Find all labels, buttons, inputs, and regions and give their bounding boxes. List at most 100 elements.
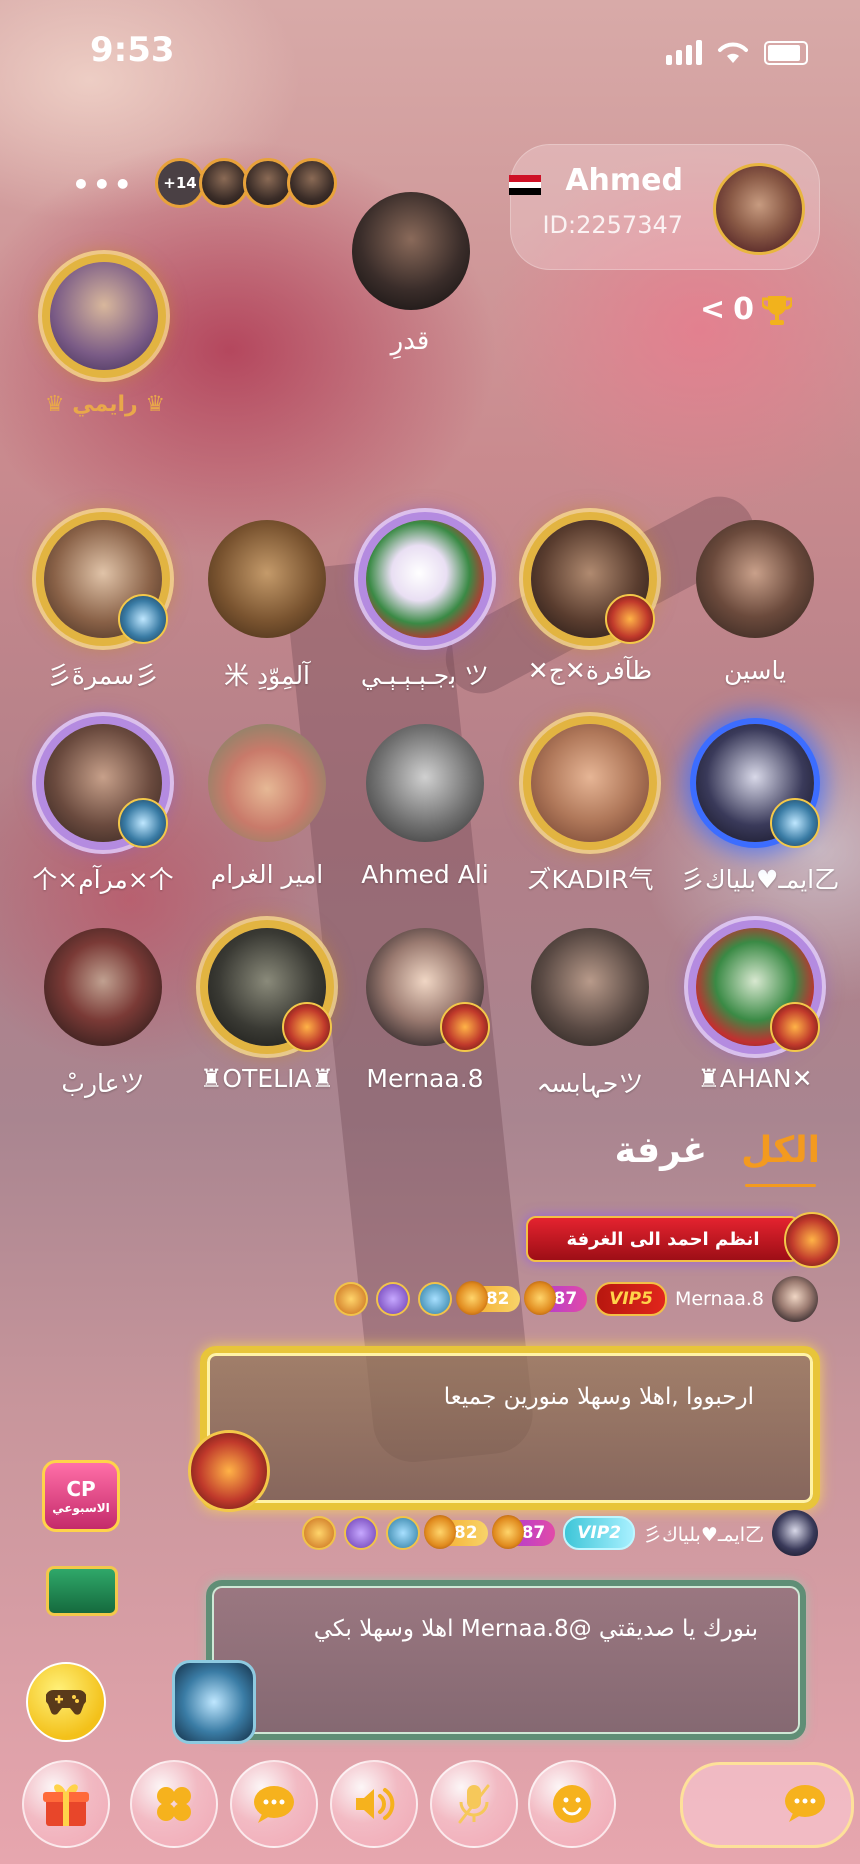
lion-badge-icon xyxy=(282,1002,332,1052)
seat[interactable]: ﺑجـﯧـﯧـﯧـي ツ xyxy=(350,520,500,692)
seat-name: 彡سمرةَ彡 xyxy=(46,661,160,690)
smiley-icon xyxy=(553,1785,591,1823)
emoji-button[interactable] xyxy=(528,1760,616,1848)
message-username[interactable]: Mernaa.8 xyxy=(675,1288,764,1310)
chat-bubble-icon xyxy=(254,1786,294,1823)
message-username[interactable]: 彡ايمـ♥بلياك乙 xyxy=(643,1520,764,1547)
level-badge: 82 xyxy=(423,1515,488,1549)
seat-avatar xyxy=(366,724,484,842)
wolf-badge-icon xyxy=(770,798,820,848)
viewer-avatar xyxy=(199,158,249,208)
signal-icon xyxy=(666,40,702,65)
viewer-avatar xyxy=(287,158,337,208)
apps-button[interactable] xyxy=(130,1760,218,1848)
battery-icon xyxy=(764,40,808,65)
seat-avatar xyxy=(44,724,168,848)
medal-icon xyxy=(301,1516,336,1550)
featured-seat-avatar xyxy=(50,262,158,370)
seat[interactable]: 彡سمرةَ彡 xyxy=(28,520,178,692)
seat-avatar xyxy=(696,928,820,1052)
mic-off-icon xyxy=(458,1784,490,1824)
seat-avatar xyxy=(208,520,326,638)
seat[interactable]: 彡ايمـ♥بلياك乙 xyxy=(680,724,840,896)
seat[interactable]: ♜AHAN✕ xyxy=(680,928,830,1093)
mic-button[interactable] xyxy=(430,1760,518,1848)
room-score[interactable]: < 0 xyxy=(700,292,793,327)
gift-button[interactable] xyxy=(22,1760,110,1848)
tab-room[interactable]: غرفة xyxy=(615,1130,707,1171)
seat-avatar xyxy=(208,928,332,1052)
seat-name: ♜AHAN✕ xyxy=(697,1064,813,1093)
join-user-avatar xyxy=(784,1212,840,1268)
cp-weekly-button[interactable]: CP الاسبوعي xyxy=(42,1460,120,1532)
medal-icon xyxy=(343,1516,378,1550)
vip-badge: VIP2 xyxy=(563,1516,636,1550)
featured-seat[interactable] xyxy=(28,252,180,390)
seat-avatar xyxy=(696,724,820,848)
level-value: 82 xyxy=(453,1523,478,1543)
medal-icon xyxy=(385,1516,420,1550)
message-input-button[interactable] xyxy=(680,1762,854,1848)
medal-icon xyxy=(417,1282,452,1316)
seat[interactable]: ✕ظآفرة✕ج xyxy=(515,520,665,685)
viewer-list[interactable]: +14 xyxy=(155,158,337,208)
tab-all[interactable]: الكل xyxy=(741,1130,820,1187)
seat[interactable]: ズKADIR气 xyxy=(515,724,665,896)
clover-icon xyxy=(157,1787,191,1821)
level-badge: 82 xyxy=(455,1281,520,1315)
seat-name: ﺑجـﯧـﯧـﯧـي ツ xyxy=(360,661,490,690)
join-announcement: انظم احمد الى الغرفة xyxy=(526,1216,800,1262)
message-bubble xyxy=(206,1580,806,1740)
seat[interactable]: حہابسہツ xyxy=(515,928,665,1100)
medal-icon xyxy=(375,1282,410,1316)
chat-tabs: غرفة الكل xyxy=(615,1130,820,1187)
wolf-badge-icon xyxy=(118,594,168,644)
seat[interactable]: عاربْツ xyxy=(28,928,178,1100)
more-menu-button[interactable]: ••• xyxy=(72,168,135,201)
message-avatar[interactable] xyxy=(772,1510,818,1556)
treasure-chest-icon[interactable] xyxy=(46,1566,118,1616)
owner-name: Ahmed xyxy=(565,163,683,198)
message-icon xyxy=(785,1785,825,1822)
seat-name: 个×مرآم×个 xyxy=(32,865,174,894)
seat-name: عاربْツ xyxy=(61,1069,145,1098)
speaker-button[interactable] xyxy=(330,1760,418,1848)
seat-name: 米 آلمِوّدِ xyxy=(223,661,311,690)
message-avatar[interactable] xyxy=(772,1276,818,1322)
wolf-frame-icon xyxy=(172,1660,256,1744)
wolf-badge-icon xyxy=(118,798,168,848)
seat-name: امير الغرام xyxy=(210,860,324,889)
gift-icon xyxy=(43,1784,89,1826)
owner-avatar xyxy=(713,163,805,255)
seat[interactable]: Mernaa.8 xyxy=(350,928,500,1093)
seat[interactable]: ♜OTELIA♜ xyxy=(192,928,342,1093)
message-header: 82 87 VIP5 Mernaa.8 xyxy=(333,1276,818,1322)
seat-avatar xyxy=(696,520,814,638)
seat-name: حہابسہツ xyxy=(536,1069,644,1098)
message-header: 82 87 VIP2 彡ايمـ♥بلياك乙 xyxy=(301,1510,818,1556)
gamepad-icon xyxy=(46,1689,86,1715)
seat-name: ♜OTELIA♜ xyxy=(200,1064,334,1093)
seat-name: 彡ايمـ♥بلياك乙 xyxy=(680,865,840,894)
seat[interactable]: امير الغرام xyxy=(192,724,342,889)
game-button[interactable] xyxy=(26,1662,106,1742)
chat-button[interactable] xyxy=(230,1760,318,1848)
message-text: بنورك يا صديقتي @Mernaa.8 اهلا وسهلا بكي xyxy=(313,1616,758,1642)
seat[interactable]: Ahmed Ali xyxy=(350,724,500,889)
seat[interactable]: 个×مرآم×个 xyxy=(28,724,178,896)
seat[interactable]: ياسين xyxy=(680,520,830,685)
cp-label: CP xyxy=(66,1477,96,1501)
seat-name: ياسين xyxy=(723,656,787,685)
owner-id: ID:2257347 xyxy=(542,211,683,239)
seat-avatar xyxy=(531,724,649,842)
seat[interactable]: 米 آلمِوّدِ xyxy=(192,520,342,692)
seat-avatar xyxy=(366,520,484,638)
room-owner-card[interactable]: Ahmed ID:2257347 xyxy=(509,144,820,270)
score-value: 0 xyxy=(733,292,755,327)
seat-name: Ahmed Ali xyxy=(361,860,489,889)
host-avatar[interactable] xyxy=(352,192,470,310)
featured-seat-name: ♛ رايمي ♛ xyxy=(44,392,166,417)
level-badge: 87 xyxy=(491,1515,556,1549)
wifi-icon xyxy=(718,42,748,63)
vip-badge: VIP5 xyxy=(595,1282,667,1316)
